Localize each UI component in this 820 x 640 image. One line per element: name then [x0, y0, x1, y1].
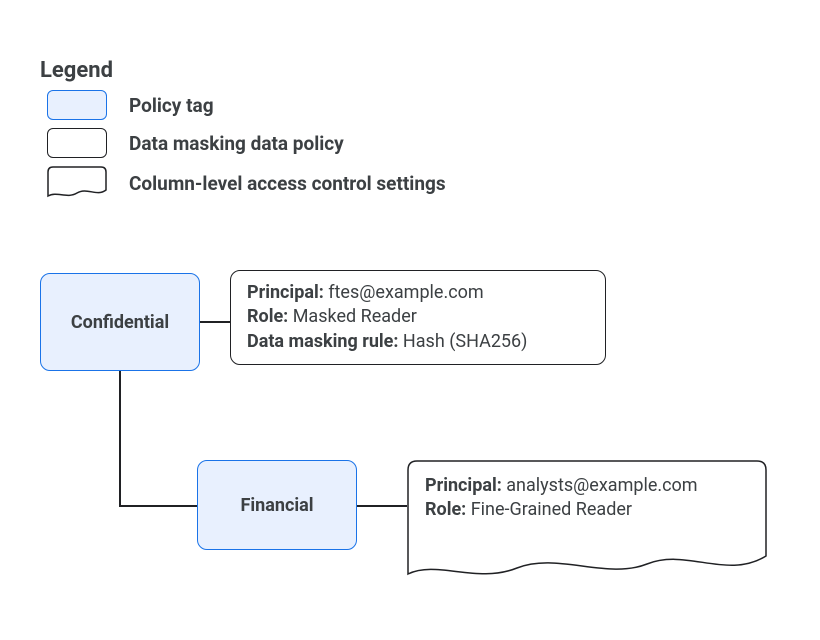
principal-value: analysts@example.com: [506, 475, 697, 496]
column-access-settings-box: Principal: analysts@example.com Role: Fi…: [407, 460, 767, 580]
principal-value: ftes@example.com: [328, 282, 483, 303]
rule-value: Hash (SHA256): [403, 331, 528, 352]
policy-tag-label: Financial: [241, 495, 314, 516]
connector-line: [119, 505, 197, 507]
legend-title: Legend: [40, 58, 113, 83]
legend-row-column-access: Column-level access control settings: [47, 166, 446, 200]
policy-principal-row: Principal: ftes@example.com: [247, 281, 589, 305]
role-label: Role:: [425, 499, 466, 520]
legend-label: Policy tag: [129, 94, 214, 117]
connector-line: [200, 321, 230, 323]
policy-role-row: Role: Masked Reader: [247, 305, 589, 329]
principal-label: Principal:: [247, 282, 324, 303]
policy-tag-label: Confidential: [71, 312, 169, 333]
masking-policy-swatch-icon: [47, 128, 107, 158]
policy-tag-financial: Financial: [197, 460, 357, 550]
role-value: Fine-Grained Reader: [471, 499, 632, 520]
legend-label: Column-level access control settings: [129, 172, 446, 195]
connector-line: [357, 505, 407, 507]
rule-label: Data masking rule:: [247, 331, 398, 352]
column-access-swatch-icon: [47, 166, 107, 200]
legend-row-masking-policy: Data masking data policy: [47, 128, 344, 158]
policy-tag-swatch-icon: [47, 90, 107, 120]
role-value: Masked Reader: [293, 306, 417, 327]
data-masking-policy-box: Principal: ftes@example.com Role: Masked…: [230, 270, 606, 365]
access-principal-row: Principal: analysts@example.com: [425, 474, 698, 498]
role-label: Role:: [247, 306, 288, 327]
policy-rule-row: Data masking rule: Hash (SHA256): [247, 330, 589, 354]
diagram-canvas: Legend Policy tag Data masking data poli…: [0, 0, 820, 640]
legend-label: Data masking data policy: [129, 132, 344, 155]
policy-tag-confidential: Confidential: [40, 273, 200, 371]
connector-line: [119, 371, 121, 506]
access-role-row: Role: Fine-Grained Reader: [425, 498, 698, 522]
legend-row-policy-tag: Policy tag: [47, 90, 214, 120]
principal-label: Principal:: [425, 475, 502, 496]
